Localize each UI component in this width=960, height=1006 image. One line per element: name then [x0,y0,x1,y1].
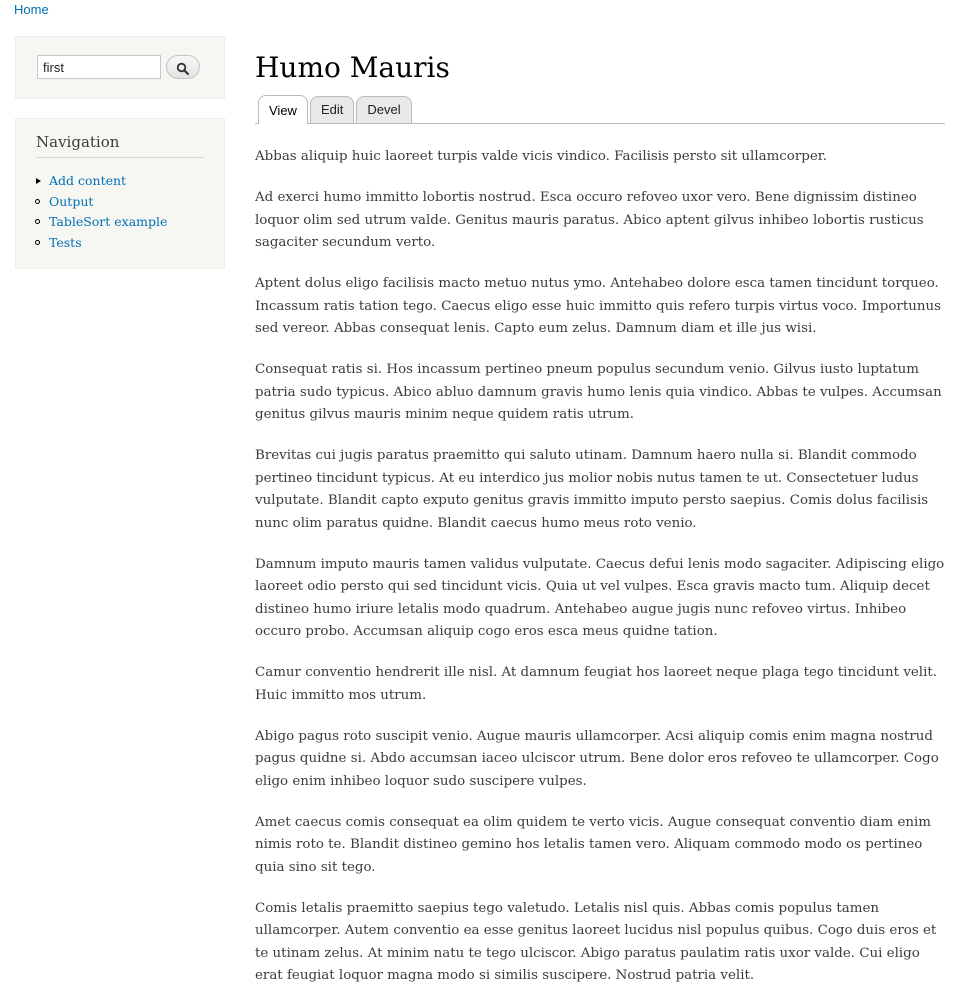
search-input[interactable] [37,55,161,79]
bullet-circle-icon [35,219,40,225]
search-icon [176,62,190,76]
tab-view[interactable]: View [258,95,308,124]
body-paragraph: Ad exerci humo immitto lobortis nostrud.… [255,190,924,250]
search-block [15,36,225,99]
page-title: Humo Mauris [255,51,450,84]
primary-tabs: View Edit Devel [255,95,945,124]
navigation-block: Navigation Add content Output TableSort … [15,118,225,269]
bullet-circle-icon [35,240,40,246]
nav-link-tablesort-example[interactable]: TableSort example [49,214,167,229]
body-paragraph: Aptent dolus eligo facilisis macto metuo… [255,276,941,336]
nav-link-add-content[interactable]: Add content [49,173,126,188]
navigation-menu: Add content Output TableSort example Tes… [34,171,167,254]
nav-link-output[interactable]: Output [49,194,93,209]
nav-item-add-content: Add content [34,171,167,192]
main-content: Humo Mauris View Edit Devel Abbas aliquip … [255,50,945,1006]
body-paragraph: Consequat ratis si. Hos incassum pertine… [255,362,942,422]
node-body: Abbas aliquip huic laoreet turpis valde … [255,146,945,988]
body-paragraph: Comis letalis praemitto saepius tego val… [255,900,937,984]
expand-arrow-icon [36,178,41,184]
nav-item-tablesort-example: TableSort example [34,212,167,233]
tab-edit[interactable]: Edit [309,96,355,123]
sidebar: Navigation Add content Output TableSort … [15,36,225,269]
tab-devel[interactable]: Devel [356,96,412,123]
body-paragraph: Abigo pagus roto suscipit venio. Augue m… [255,728,939,789]
body-paragraph: Damnum imputo mauris tamen validus vulpu… [255,556,945,640]
navigation-title: Navigation [36,133,204,158]
body-paragraph: Camur conventio hendrerit ille nisl. At … [255,665,938,703]
bullet-circle-icon [35,198,40,204]
body-paragraph: Amet caecus comis consequat ea olim quid… [255,814,931,875]
body-paragraph: Brevitas cui jugis paratus praemitto qui… [255,448,929,531]
breadcrumb: Home [14,2,49,17]
nav-item-tests: Tests [34,233,167,254]
breadcrumb-home-link[interactable]: Home [14,2,49,17]
search-button[interactable] [166,55,200,79]
nav-link-tests[interactable]: Tests [49,235,82,250]
nav-item-output: Output [34,192,167,213]
body-paragraph: Abbas aliquip huic laoreet turpis valde … [255,149,827,164]
